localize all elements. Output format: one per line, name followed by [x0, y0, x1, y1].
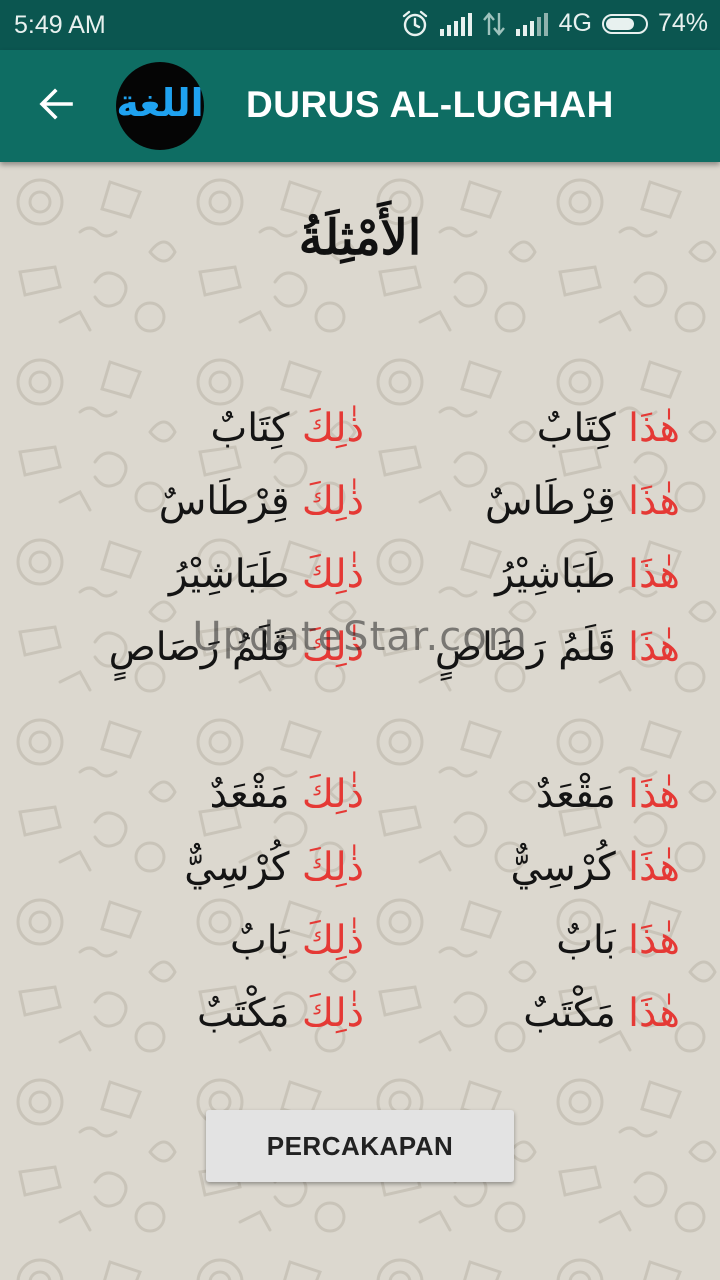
- far-example: ذٰلِكَ قَلَمُ رَصَاصٍ: [109, 611, 364, 684]
- far-noun: قَلَمُ رَصَاصٍ: [108, 625, 290, 670]
- near-demonstrative: هٰذَا: [628, 552, 680, 597]
- example-row: هٰذَا طَبَاشِيْرُ ذٰلِكَ طَبَاشِيْرُ: [0, 538, 720, 611]
- near-demonstrative: هٰذَا: [628, 991, 680, 1036]
- near-example: هٰذَا مَقْعَدٌ: [536, 758, 680, 831]
- far-example: ذٰلِكَ مَكْتَبٌ: [197, 977, 364, 1050]
- app-logo: اللغة: [116, 62, 204, 150]
- battery-fill: [605, 17, 635, 30]
- near-example: هٰذَا مَكْتَبٌ: [523, 977, 680, 1050]
- example-row: هٰذَا كِتَابٌ ذٰلِكَ كِتَابٌ: [0, 392, 720, 465]
- far-noun: مَقْعَدٌ: [209, 772, 290, 817]
- far-noun: قِرْطَاسٌ: [158, 479, 290, 524]
- app-bar: اللغة DURUS AL-LUGHAH: [0, 50, 720, 162]
- far-demonstrative: ذٰلِكَ: [301, 918, 364, 963]
- far-demonstrative: ذٰلِكَ: [301, 479, 364, 524]
- far-example: ذٰلِكَ كُرْسِيٌّ: [184, 831, 364, 904]
- example-row: هٰذَا كُرْسِيٌّ ذٰلِكَ كُرْسِيٌّ: [0, 831, 720, 904]
- near-example: هٰذَا كُرْسِيٌّ: [510, 831, 680, 904]
- near-noun: مَقْعَدٌ: [535, 772, 616, 817]
- data-transfer-icon: [482, 11, 505, 37]
- examples-list: هٰذَا كِتَابٌ ذٰلِكَ كِتَابٌ هٰذَا قِرْط…: [0, 392, 720, 1050]
- signal-icon: [439, 11, 473, 37]
- status-icons: 4G 74%: [401, 9, 708, 38]
- back-button[interactable]: [30, 80, 82, 132]
- app-title: DURUS AL-LUGHAH: [246, 84, 614, 125]
- percakapan-button[interactable]: PERCAKAPAN: [206, 1110, 514, 1182]
- near-demonstrative: هٰذَا: [628, 406, 680, 451]
- lesson-title: الأَمْثِلَةُ: [298, 210, 422, 266]
- near-noun: مَكْتَبٌ: [523, 991, 616, 1036]
- battery-percent: 74%: [657, 9, 708, 37]
- far-demonstrative: ذٰلِكَ: [301, 552, 364, 597]
- near-example: هٰذَا طَبَاشِيْرُ: [495, 538, 680, 611]
- example-row: هٰذَا بَابٌ ذٰلِكَ بَابٌ: [0, 904, 720, 977]
- far-noun: مَكْتَبٌ: [196, 991, 290, 1036]
- near-demonstrative: هٰذَا: [628, 918, 680, 963]
- near-noun: قَلَمُ رَصَاصٍ: [434, 625, 616, 670]
- far-example: ذٰلِكَ مَقْعَدٌ: [210, 758, 364, 831]
- far-noun: طَبَاشِيْرُ: [168, 552, 290, 597]
- far-demonstrative: ذٰلِكَ: [301, 845, 364, 890]
- far-demonstrative: ذٰلِكَ: [301, 406, 364, 451]
- near-example: هٰذَا قِرْطَاسٌ: [485, 465, 680, 538]
- network-type: 4G: [558, 9, 592, 37]
- far-example: ذٰلِكَ بَابٌ: [230, 904, 364, 977]
- near-noun: بَابٌ: [556, 918, 616, 963]
- arrow-back-icon: [38, 86, 74, 126]
- near-demonstrative: هٰذَا: [628, 845, 680, 890]
- near-example: هٰذَا بَابٌ: [556, 904, 680, 977]
- near-noun: كُرْسِيٌّ: [510, 845, 616, 890]
- lesson-content[interactable]: الأَمْثِلَةُ هٰذَا كِتَابٌ ذٰلِكَ كِتَاب…: [0, 162, 720, 1280]
- far-demonstrative: ذٰلِكَ: [301, 772, 364, 817]
- far-example: ذٰلِكَ قِرْطَاسٌ: [159, 465, 364, 538]
- far-example: ذٰلِكَ طَبَاشِيْرُ: [169, 538, 364, 611]
- near-demonstrative: هٰذَا: [628, 625, 680, 670]
- near-example: هٰذَا قَلَمُ رَصَاصٍ: [435, 611, 680, 684]
- near-noun: طَبَاشِيْرُ: [495, 552, 616, 597]
- far-demonstrative: ذٰلِكَ: [301, 625, 364, 670]
- signal-icon-2: [515, 11, 549, 37]
- battery-icon: [601, 13, 648, 34]
- example-row: هٰذَا مَكْتَبٌ ذٰلِكَ مَكْتَبٌ: [0, 977, 720, 1050]
- near-noun: قِرْطَاسٌ: [485, 479, 616, 524]
- far-noun: بَابٌ: [230, 918, 290, 963]
- example-row: هٰذَا قَلَمُ رَصَاصٍ ذٰلِكَ قَلَمُ رَصَا…: [0, 611, 720, 684]
- example-row: هٰذَا قِرْطَاسٌ ذٰلِكَ قِرْطَاسٌ: [0, 465, 720, 538]
- far-noun: كِتَابٌ: [210, 406, 290, 451]
- near-demonstrative: هٰذَا: [628, 772, 680, 817]
- far-noun: كُرْسِيٌّ: [184, 845, 290, 890]
- status-bar: 5:49 AM 4G 74%: [0, 0, 720, 50]
- example-row: هٰذَا مَقْعَدٌ ذٰلِكَ مَقْعَدٌ: [0, 758, 720, 831]
- status-time: 5:49 AM: [14, 11, 106, 39]
- near-demonstrative: هٰذَا: [628, 479, 680, 524]
- near-example: هٰذَا كِتَابٌ: [537, 392, 680, 465]
- alarm-icon: [401, 10, 429, 38]
- near-noun: كِتَابٌ: [536, 406, 616, 451]
- logo-text: اللغة: [116, 81, 204, 125]
- far-example: ذٰلِكَ كِتَابٌ: [211, 392, 364, 465]
- far-demonstrative: ذٰلِكَ: [301, 991, 364, 1036]
